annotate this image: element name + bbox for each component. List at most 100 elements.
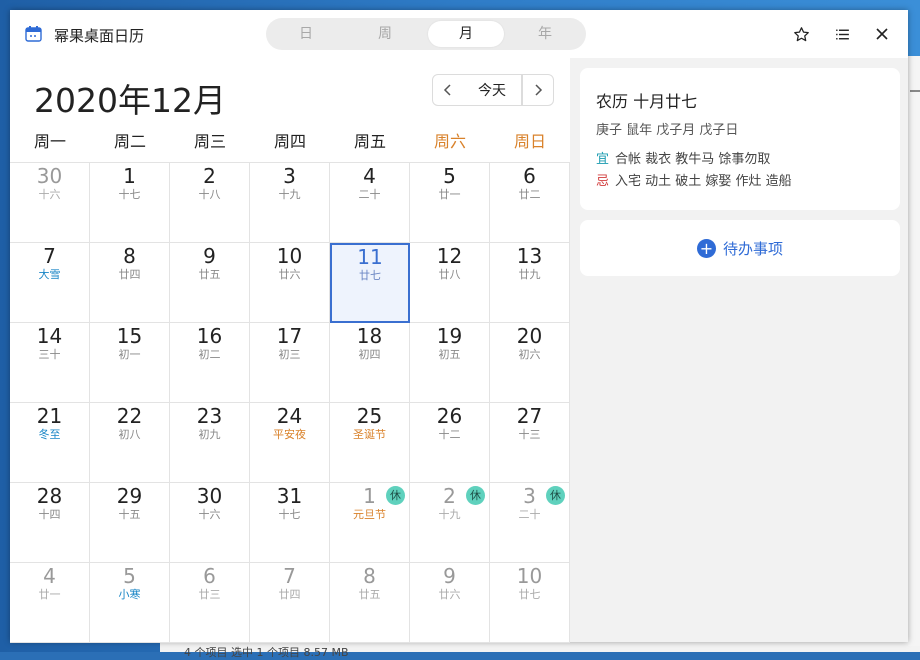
day-cell[interactable]: 31 十七 <box>250 483 330 563</box>
day-number: 30 <box>36 164 63 188</box>
app-title: 幂果桌面日历 <box>54 27 145 45</box>
day-number: 16 <box>196 324 223 348</box>
day-cell[interactable]: 25 圣诞节 <box>330 403 410 483</box>
day-number: 5 <box>443 164 456 188</box>
favorite-button[interactable] <box>790 23 812 45</box>
holiday-badge: 休 <box>546 486 565 505</box>
day-cell[interactable]: 9 廿六 <box>410 563 490 643</box>
day-cell[interactable]: 26 十二 <box>410 403 490 483</box>
tab-week[interactable]: 周 <box>347 21 423 47</box>
today-button[interactable]: 今天 <box>463 74 522 106</box>
lunar-day-label: 十五 <box>118 508 141 521</box>
day-cell[interactable]: 1 元旦节休 <box>330 483 410 563</box>
day-cell[interactable]: 16 初二 <box>170 323 250 403</box>
day-cell[interactable]: 22 初八 <box>90 403 170 483</box>
day-cell[interactable]: 28 十四 <box>10 483 90 563</box>
day-cell[interactable]: 24 平安夜 <box>250 403 330 483</box>
close-button[interactable] <box>871 23 893 45</box>
day-cell[interactable]: 23 初九 <box>170 403 250 483</box>
lunar-day-label: 十七 <box>278 508 301 521</box>
day-cell[interactable]: 30 十六 <box>10 163 90 243</box>
day-cell[interactable]: 12 廿八 <box>410 243 490 323</box>
lunar-day-label: 廿六 <box>438 588 461 601</box>
day-cell[interactable]: 30 十六 <box>170 483 250 563</box>
day-cell[interactable]: 8 廿四 <box>90 243 170 323</box>
day-cell[interactable]: 1 十七 <box>90 163 170 243</box>
day-cell[interactable]: 3 十九 <box>250 163 330 243</box>
weekday-header: 周一 周二 周三 周四 周五 周六 周日 <box>10 120 570 160</box>
day-number: 11 <box>357 245 383 269</box>
avoid-text: 入宅 动土 破土 嫁娶 作灶 造船 <box>615 174 792 189</box>
day-cell[interactable]: 6 廿二 <box>490 163 570 243</box>
background-status-text: 4 个项目 选中 1 个项目 8.57 MB <box>184 646 349 659</box>
day-cell[interactable]: 18 初四 <box>330 323 410 403</box>
day-cell[interactable]: 3 二十休 <box>490 483 570 563</box>
prev-month-button[interactable] <box>432 74 464 106</box>
day-number: 7 <box>283 564 296 588</box>
title-bar[interactable]: 幂果桌面日历 日 周 月 年 <box>10 10 908 58</box>
lunar-day-label: 廿七 <box>359 269 381 282</box>
day-number: 14 <box>36 324 63 348</box>
calendar-window: 幂果桌面日历 日 周 月 年 2020年12月 今天 周一 周二 周三 周四 周… <box>10 10 908 643</box>
day-cell[interactable]: 10 廿七 <box>490 563 570 643</box>
weekday-label-saturday: 周六 <box>433 132 466 151</box>
day-number: 9 <box>443 564 456 588</box>
day-number: 21 <box>36 404 63 428</box>
day-cell[interactable]: 14 三十 <box>10 323 90 403</box>
day-number: 6 <box>203 564 216 588</box>
avoid-label: 忌 <box>596 174 610 189</box>
day-number: 13 <box>516 244 543 268</box>
day-number: 9 <box>203 244 216 268</box>
day-number: 31 <box>276 484 303 508</box>
day-cell[interactable]: 7 廿四 <box>250 563 330 643</box>
lunar-day-label: 初三 <box>278 348 301 361</box>
lunar-day-label: 廿六 <box>278 268 301 281</box>
menu-list-button[interactable] <box>831 23 853 45</box>
day-number: 30 <box>196 484 223 508</box>
day-cell[interactable]: 21 冬至 <box>10 403 90 483</box>
lunar-day-label: 廿五 <box>198 268 221 281</box>
lunar-day-label: 廿八 <box>438 268 461 281</box>
day-number: 8 <box>123 244 136 268</box>
star-icon <box>793 26 809 41</box>
day-cell[interactable]: 5 小寒 <box>90 563 170 643</box>
tab-month[interactable]: 月 <box>428 21 504 47</box>
day-cell[interactable]: 6 廿三 <box>170 563 250 643</box>
suitable-text: 合帐 裁衣 教牛马 馀事勿取 <box>615 152 771 167</box>
day-cell[interactable]: 5 廿一 <box>410 163 490 243</box>
tab-year[interactable]: 年 <box>507 21 583 47</box>
day-cell[interactable]: 8 廿五 <box>330 563 410 643</box>
day-cell-selected[interactable]: 11 廿七 <box>330 243 410 323</box>
next-month-button[interactable] <box>522 74 554 106</box>
lunar-day-label: 十九 <box>278 188 301 201</box>
suitable-label: 宜 <box>596 152 610 167</box>
tab-day[interactable]: 日 <box>268 21 344 47</box>
day-number: 19 <box>436 324 463 348</box>
day-number: 7 <box>43 244 56 268</box>
day-cell[interactable]: 4 廿一 <box>10 563 90 643</box>
day-cell[interactable]: 27 十三 <box>490 403 570 483</box>
day-cell[interactable]: 2 十八 <box>170 163 250 243</box>
weekday-label: 周一 <box>33 132 66 151</box>
day-number: 22 <box>116 404 143 428</box>
lunar-day-label: 二十 <box>518 508 541 521</box>
day-number: 2 <box>203 164 216 188</box>
todo-label: 待办事项 <box>722 239 783 258</box>
day-cell[interactable]: 2 十九休 <box>410 483 490 563</box>
day-cell[interactable]: 20 初六 <box>490 323 570 403</box>
day-cell[interactable]: 4 二十 <box>330 163 410 243</box>
lunar-day-label: 十八 <box>198 188 221 201</box>
day-cell[interactable]: 17 初三 <box>250 323 330 403</box>
day-cell[interactable]: 19 初五 <box>410 323 490 403</box>
solar-term-label: 大雪 <box>38 268 61 281</box>
day-cell[interactable]: 29 十五 <box>90 483 170 563</box>
day-number: 4 <box>363 164 376 188</box>
day-cell[interactable]: 9 廿五 <box>170 243 250 323</box>
day-cell[interactable]: 13 廿九 <box>490 243 570 323</box>
add-todo-button[interactable]: + 待办事项 <box>580 220 900 276</box>
day-cell[interactable]: 15 初一 <box>90 323 170 403</box>
weekday-label: 周二 <box>113 132 146 151</box>
day-cell[interactable]: 7 大雪 <box>10 243 90 323</box>
day-number: 17 <box>276 324 303 348</box>
day-cell[interactable]: 10 廿六 <box>250 243 330 323</box>
